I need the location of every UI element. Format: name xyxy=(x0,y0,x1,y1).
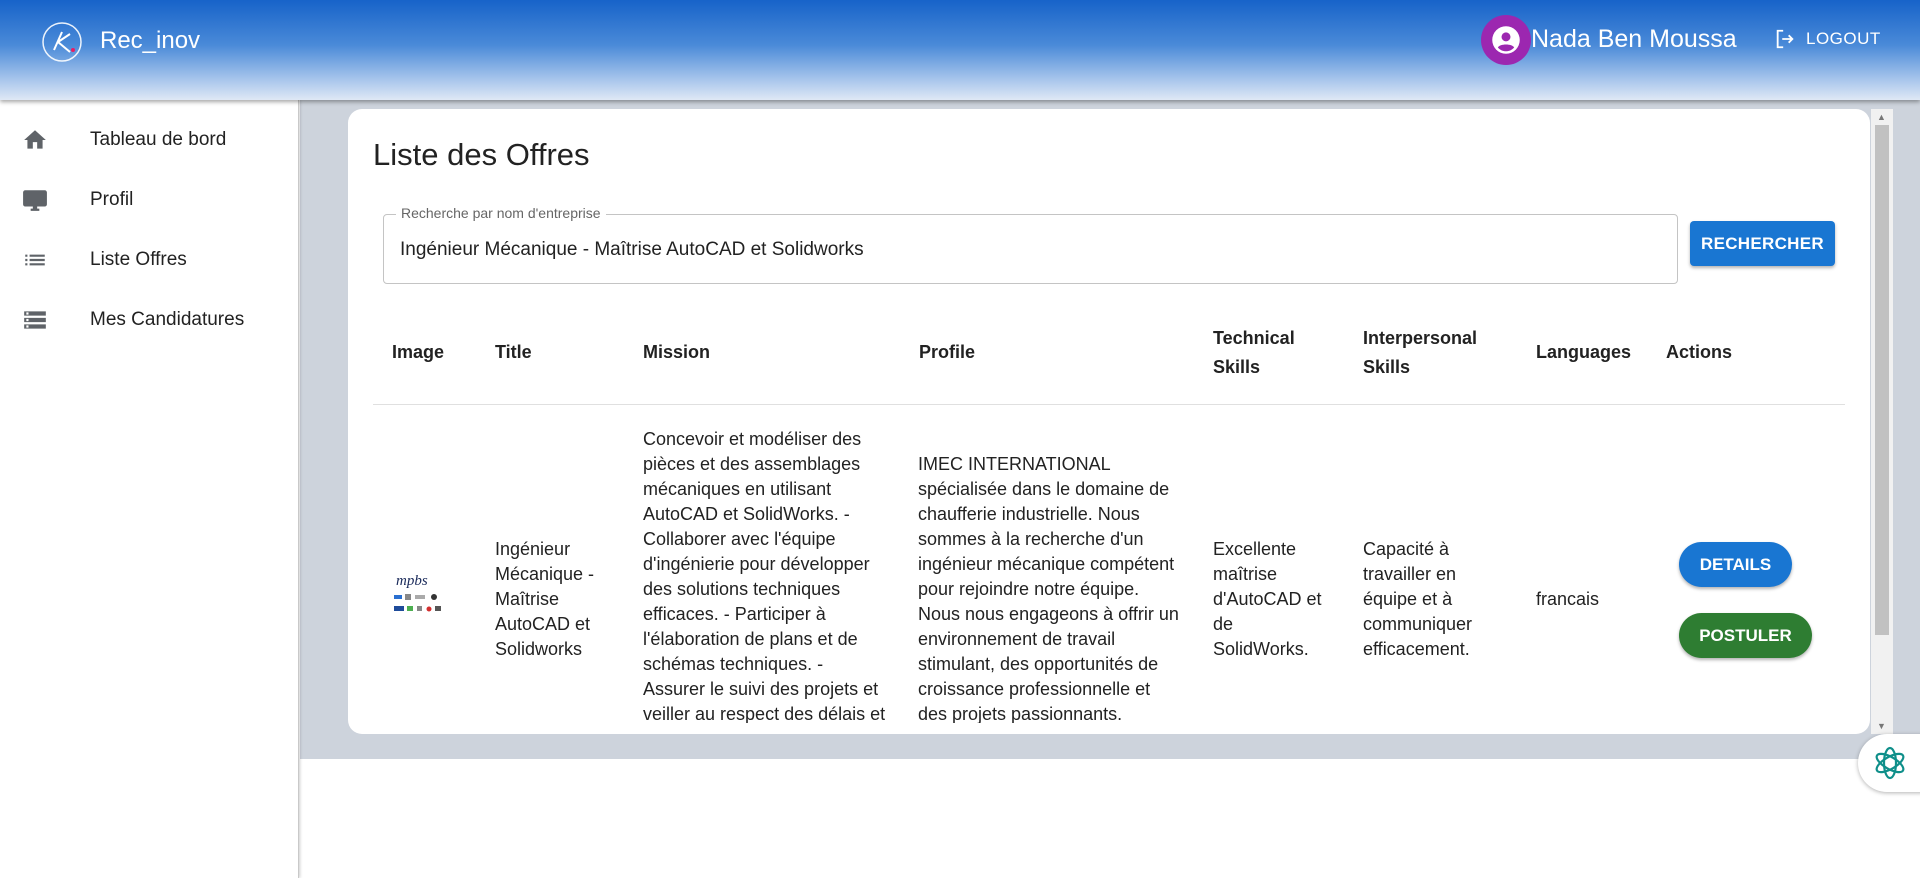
storage-icon xyxy=(22,307,48,333)
sidebar-item-label: Tableau de bord xyxy=(90,129,227,150)
offer-technical-skills: Excellente maîtrise d'AutoCAD et de Soli… xyxy=(1213,539,1322,659)
account-circle-icon xyxy=(1492,26,1520,54)
scrollbar-thumb[interactable] xyxy=(1875,125,1889,635)
page-title: Liste des Offres xyxy=(373,137,590,172)
sidebar-item-tableau-de-bord[interactable]: Tableau de bord xyxy=(0,115,299,165)
monitor-icon xyxy=(22,187,48,213)
home-icon xyxy=(22,127,48,153)
search-input-value: Ingénieur Mécanique - Maîtrise AutoCAD e… xyxy=(400,239,864,260)
offer-languages: francais xyxy=(1536,589,1600,609)
offer-profile: IMEC INTERNATIONAL spécialisée dans le d… xyxy=(918,454,1179,723)
assistant-button[interactable] xyxy=(1858,734,1920,792)
column-header-actions: Actions xyxy=(1666,342,1733,362)
scroll-up-arrow-icon[interactable]: ▲ xyxy=(1877,112,1886,122)
logout-label: LOGOUT xyxy=(1806,29,1881,48)
column-header-image: Image xyxy=(392,342,445,362)
search-input-label: Recherche par nom d'entreprise xyxy=(396,205,606,221)
search-button[interactable]: RECHERCHER xyxy=(1690,221,1835,266)
content-bottom-bar xyxy=(300,734,1920,759)
company-logo-image[interactable]: mpbs xyxy=(390,569,446,619)
sidebar-item-label: Profil xyxy=(90,189,134,210)
details-button[interactable]: DETAILS xyxy=(1679,542,1792,587)
column-header-profile: Profile xyxy=(919,342,976,362)
logout-icon xyxy=(1776,29,1794,49)
user-avatar[interactable] xyxy=(1481,15,1531,65)
user-name: Nada Ben Moussa xyxy=(1531,25,1737,53)
sidebar: Tableau de bord Profil Liste Offres Mes … xyxy=(0,100,299,878)
company-logo-text: mpbs xyxy=(396,573,428,589)
assistant-icon xyxy=(1875,746,1905,780)
column-header-technical-skills: Technical Skills xyxy=(1213,328,1295,377)
app-logo-icon[interactable] xyxy=(40,20,84,64)
sidebar-item-mes-candidatures[interactable]: Mes Candidatures xyxy=(0,295,299,345)
scroll-down-arrow-icon[interactable]: ▼ xyxy=(1877,721,1886,731)
top-app-bar: Rec_inov Nada Ben Moussa LOGOUT xyxy=(0,0,1920,100)
sidebar-item-liste-offres[interactable]: Liste Offres xyxy=(0,235,299,285)
column-header-title: Title xyxy=(495,342,532,362)
offer-title: Ingénieur Mécanique - Maîtrise AutoCAD e… xyxy=(495,539,595,659)
search-input[interactable]: Recherche par nom d'entreprise Ingénieur… xyxy=(383,205,1678,284)
column-header-languages: Languages xyxy=(1536,342,1632,362)
apply-button[interactable]: POSTULER xyxy=(1679,613,1812,658)
sidebar-item-profil[interactable]: Profil xyxy=(0,175,299,225)
list-icon xyxy=(22,247,48,273)
column-header-mission: Mission xyxy=(643,342,711,362)
logout-button[interactable]: LOGOUT xyxy=(1774,28,1881,50)
offer-interpersonal-skills: Capacité à travailler en équipe et à com… xyxy=(1363,539,1473,659)
sidebar-item-label: Liste Offres xyxy=(90,249,187,270)
offers-card[interactable]: Liste des Offres Recherche par nom d'ent… xyxy=(348,109,1870,734)
sidebar-item-label: Mes Candidatures xyxy=(90,309,245,330)
app-title[interactable]: Rec_inov xyxy=(100,27,200,55)
column-header-interpersonal-skills: Interpersonal Skills xyxy=(1363,328,1478,377)
table-header-divider xyxy=(373,404,1845,405)
vertical-scrollbar[interactable]: ▲ ▼ xyxy=(1871,109,1893,734)
offer-mission: Concevoir et modéliser des pièces et des… xyxy=(643,429,886,723)
